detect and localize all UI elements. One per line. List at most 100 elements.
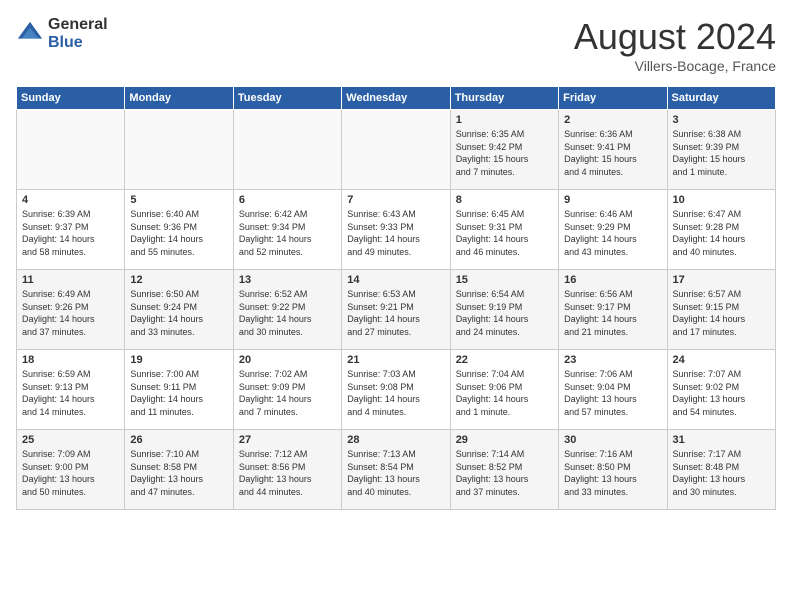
day-cell: 24 Sunrise: 7:07 AM Sunset: 9:02 PM Dayli…: [667, 350, 775, 430]
day-info: Sunrise: 7:14 AM Sunset: 8:52 PM Dayligh…: [456, 448, 553, 498]
day-info: Sunrise: 6:46 AM Sunset: 9:29 PM Dayligh…: [564, 208, 661, 258]
day-info: Sunrise: 7:06 AM Sunset: 9:04 PM Dayligh…: [564, 368, 661, 418]
day-cell: [342, 110, 450, 190]
day-cell: 26 Sunrise: 7:10 AM Sunset: 8:58 PM Dayli…: [125, 430, 233, 510]
calendar-header: SundayMondayTuesdayWednesdayThursdayFrid…: [17, 87, 776, 110]
day-cell: 27 Sunrise: 7:12 AM Sunset: 8:56 PM Dayli…: [233, 430, 341, 510]
day-cell: 12Sunrise: 6:50 AM Sunset: 9:24 PM Dayli…: [125, 270, 233, 350]
day-number: 2: [564, 114, 661, 126]
week-row-1: 1 Sunrise: 6:35 AM Sunset: 9:42 PM Daylig…: [17, 110, 776, 190]
logo-general: General: [48, 16, 108, 34]
day-info: Sunrise: 7:02 AM Sunset: 9:09 PM Dayligh…: [239, 368, 336, 418]
day-cell: 31 Sunrise: 7:17 AM Sunset: 8:48 PM Dayli…: [667, 430, 775, 510]
day-info: Sunrise: 6:52 AM Sunset: 9:22 PM Dayligh…: [239, 288, 336, 338]
logo-icon: [16, 20, 44, 48]
day-number: 27: [239, 434, 336, 446]
logo-blue: Blue: [48, 34, 108, 52]
day-cell: [233, 110, 341, 190]
day-number: 28: [347, 434, 444, 446]
day-info: Sunrise: 6:35 AM Sunset: 9:42 PM Dayligh…: [456, 128, 553, 178]
day-cell: 7 Sunrise: 6:43 AM Sunset: 9:33 PM Daylig…: [342, 190, 450, 270]
week-row-3: 11 Sunrise: 6:49 AM Sunset: 9:26 PM Dayli…: [17, 270, 776, 350]
day-cell: 15Sunrise: 6:54 AM Sunset: 9:19 PM Dayli…: [450, 270, 558, 350]
day-cell: 20 Sunrise: 7:02 AM Sunset: 9:09 PM Dayli…: [233, 350, 341, 430]
day-number: 16: [564, 274, 661, 286]
header-wednesday: Wednesday: [342, 87, 450, 110]
page-header: General Blue August 2024 Villers-Bocage,…: [16, 16, 776, 74]
day-number: 9: [564, 194, 661, 206]
day-number: 14: [347, 274, 444, 286]
day-info: Sunrise: 6:49 AM Sunset: 9:26 PM Dayligh…: [22, 288, 119, 338]
day-number: 31: [673, 434, 770, 446]
day-cell: 1 Sunrise: 6:35 AM Sunset: 9:42 PM Daylig…: [450, 110, 558, 190]
day-number: 26: [130, 434, 227, 446]
day-cell: 6 Sunrise: 6:42 AM Sunset: 9:34 PM Daylig…: [233, 190, 341, 270]
day-cell: 23 Sunrise: 7:06 AM Sunset: 9:04 PM Dayli…: [559, 350, 667, 430]
month-year: August 2024: [574, 16, 776, 58]
day-number: 13: [239, 274, 336, 286]
day-info: Sunrise: 6:53 AM Sunset: 9:21 PM Dayligh…: [347, 288, 444, 338]
day-number: 30: [564, 434, 661, 446]
day-info: Sunrise: 6:43 AM Sunset: 9:33 PM Dayligh…: [347, 208, 444, 258]
day-info: Sunrise: 7:09 AM Sunset: 9:00 PM Dayligh…: [22, 448, 119, 498]
week-row-5: 25 Sunrise: 7:09 AM Sunset: 9:00 PM Dayli…: [17, 430, 776, 510]
day-cell: [17, 110, 125, 190]
header-friday: Friday: [559, 87, 667, 110]
day-info: Sunrise: 6:45 AM Sunset: 9:31 PM Dayligh…: [456, 208, 553, 258]
week-row-2: 4Sunrise: 6:39 AM Sunset: 9:37 PM Daylig…: [17, 190, 776, 270]
day-cell: 14 Sunrise: 6:53 AM Sunset: 9:21 PM Dayli…: [342, 270, 450, 350]
day-cell: 29 Sunrise: 7:14 AM Sunset: 8:52 PM Dayli…: [450, 430, 558, 510]
header-row: SundayMondayTuesdayWednesdayThursdayFrid…: [17, 87, 776, 110]
day-info: Sunrise: 6:42 AM Sunset: 9:34 PM Dayligh…: [239, 208, 336, 258]
day-number: 11: [22, 274, 119, 286]
day-cell: 30 Sunrise: 7:16 AM Sunset: 8:50 PM Dayli…: [559, 430, 667, 510]
day-number: 18: [22, 354, 119, 366]
calendar-body: 1 Sunrise: 6:35 AM Sunset: 9:42 PM Daylig…: [17, 110, 776, 510]
day-cell: 10 Sunrise: 6:47 AM Sunset: 9:28 PM Dayli…: [667, 190, 775, 270]
location: Villers-Bocage, France: [574, 58, 776, 74]
day-info: Sunrise: 6:47 AM Sunset: 9:28 PM Dayligh…: [673, 208, 770, 258]
day-number: 24: [673, 354, 770, 366]
day-number: 1: [456, 114, 553, 126]
day-info: Sunrise: 6:38 AM Sunset: 9:39 PM Dayligh…: [673, 128, 770, 178]
day-cell: 22 Sunrise: 7:04 AM Sunset: 9:06 PM Dayli…: [450, 350, 558, 430]
day-number: 6: [239, 194, 336, 206]
week-row-4: 18Sunrise: 6:59 AM Sunset: 9:13 PM Dayli…: [17, 350, 776, 430]
day-info: Sunrise: 6:56 AM Sunset: 9:17 PM Dayligh…: [564, 288, 661, 338]
day-number: 23: [564, 354, 661, 366]
day-number: 7: [347, 194, 444, 206]
day-number: 17: [673, 274, 770, 286]
day-info: Sunrise: 7:04 AM Sunset: 9:06 PM Dayligh…: [456, 368, 553, 418]
day-number: 22: [456, 354, 553, 366]
day-number: 25: [22, 434, 119, 446]
day-cell: 21 Sunrise: 7:03 AM Sunset: 9:08 PM Dayli…: [342, 350, 450, 430]
day-cell: 28Sunrise: 7:13 AM Sunset: 8:54 PM Dayli…: [342, 430, 450, 510]
day-number: 5: [130, 194, 227, 206]
day-cell: 19 Sunrise: 7:00 AM Sunset: 9:11 PM Dayli…: [125, 350, 233, 430]
day-cell: 11 Sunrise: 6:49 AM Sunset: 9:26 PM Dayli…: [17, 270, 125, 350]
day-cell: 5Sunrise: 6:40 AM Sunset: 9:36 PM Daylig…: [125, 190, 233, 270]
day-cell: 8Sunrise: 6:45 AM Sunset: 9:31 PM Daylig…: [450, 190, 558, 270]
day-info: Sunrise: 6:57 AM Sunset: 9:15 PM Dayligh…: [673, 288, 770, 338]
day-number: 29: [456, 434, 553, 446]
day-number: 19: [130, 354, 227, 366]
header-thursday: Thursday: [450, 87, 558, 110]
calendar-table: SundayMondayTuesdayWednesdayThursdayFrid…: [16, 86, 776, 510]
day-info: Sunrise: 7:17 AM Sunset: 8:48 PM Dayligh…: [673, 448, 770, 498]
day-info: Sunrise: 7:16 AM Sunset: 8:50 PM Dayligh…: [564, 448, 661, 498]
day-cell: 13 Sunrise: 6:52 AM Sunset: 9:22 PM Dayli…: [233, 270, 341, 350]
day-cell: 18Sunrise: 6:59 AM Sunset: 9:13 PM Dayli…: [17, 350, 125, 430]
day-info: Sunrise: 7:10 AM Sunset: 8:58 PM Dayligh…: [130, 448, 227, 498]
logo: General Blue: [16, 16, 108, 51]
header-saturday: Saturday: [667, 87, 775, 110]
day-number: 10: [673, 194, 770, 206]
day-info: Sunrise: 7:00 AM Sunset: 9:11 PM Dayligh…: [130, 368, 227, 418]
day-info: Sunrise: 6:36 AM Sunset: 9:41 PM Dayligh…: [564, 128, 661, 178]
day-info: Sunrise: 7:12 AM Sunset: 8:56 PM Dayligh…: [239, 448, 336, 498]
day-info: Sunrise: 7:03 AM Sunset: 9:08 PM Dayligh…: [347, 368, 444, 418]
day-number: 21: [347, 354, 444, 366]
day-info: Sunrise: 7:07 AM Sunset: 9:02 PM Dayligh…: [673, 368, 770, 418]
day-number: 20: [239, 354, 336, 366]
header-monday: Monday: [125, 87, 233, 110]
day-cell: 25 Sunrise: 7:09 AM Sunset: 9:00 PM Dayli…: [17, 430, 125, 510]
